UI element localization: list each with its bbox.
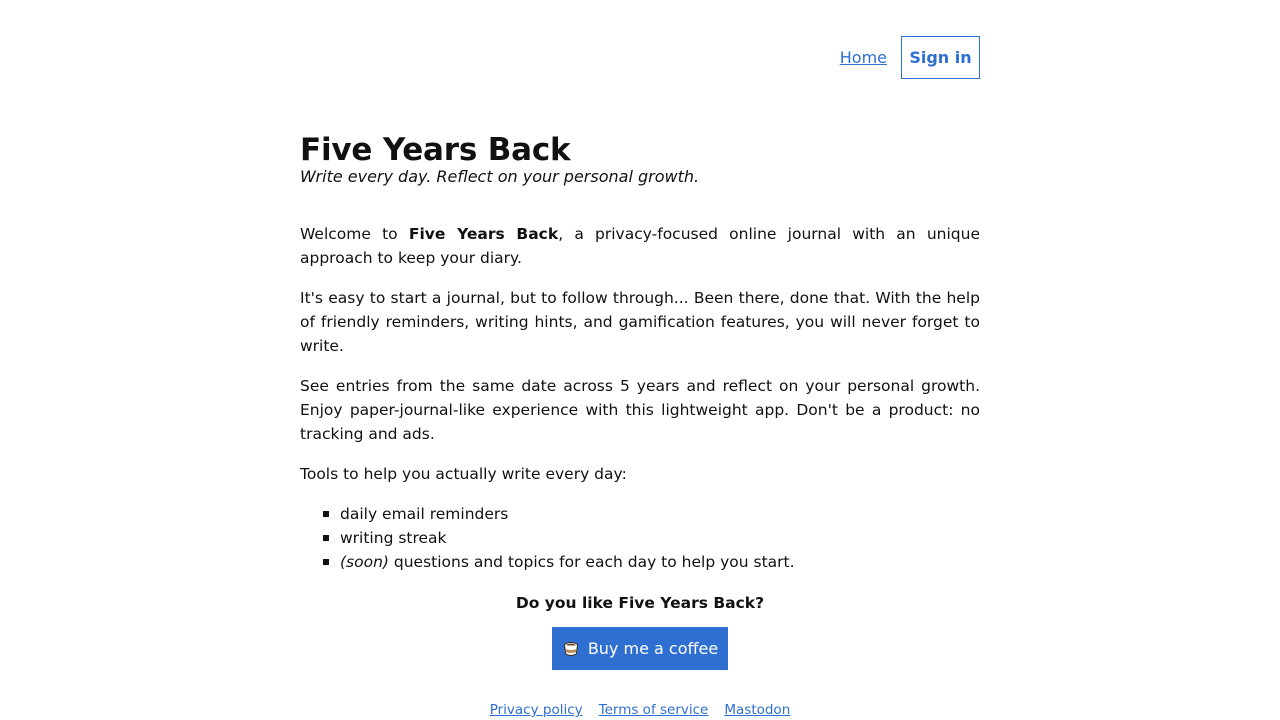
main-content: Five Years Back Write every day. Reflect…	[300, 130, 980, 574]
tools-intro: Tools to help you actually write every d…	[300, 465, 627, 483]
support-question: Do you like Five Years Back?	[515, 594, 765, 612]
sign-in-button[interactable]: Sign in	[901, 36, 980, 79]
tools-list: daily email reminders writing streak (so…	[300, 502, 980, 574]
mastodon-link[interactable]: Mastodon	[724, 702, 790, 718]
buy-me-a-coffee-button[interactable]: Buy me a coffee	[552, 627, 728, 670]
page-title: Five Years Back	[300, 132, 571, 168]
bullet-icon	[323, 511, 329, 517]
welcome-brand: Five Years Back	[408, 225, 559, 243]
privacy-policy-link[interactable]: Privacy policy	[490, 702, 583, 718]
welcome-prefix: Welcome to	[300, 225, 409, 243]
footer: Privacy policy Terms of service Mastodon	[300, 702, 980, 718]
list-item: writing streak	[323, 526, 980, 550]
five-years-paragraph: See entries from the same date across 5 …	[300, 377, 980, 443]
list-item: (soon) questions and topics for each day…	[323, 550, 980, 574]
terms-of-service-link[interactable]: Terms of service	[599, 702, 709, 718]
tool-writing-streak: writing streak	[340, 529, 447, 547]
top-navigation: Home Sign in	[300, 36, 980, 79]
coffee-button-label: Buy me a coffee	[587, 639, 719, 658]
tool-email-reminders: daily email reminders	[340, 505, 509, 523]
page: Home Sign in Five Years Back Write every…	[0, 0, 1280, 720]
follow-through-paragraph: It's easy to start a journal, but to fol…	[300, 289, 980, 355]
nav-home-link[interactable]: Home	[840, 48, 887, 67]
bullet-icon	[323, 559, 329, 565]
tool-daily-questions: questions and topics for each day to hel…	[388, 553, 795, 571]
welcome-paragraph: Welcome to Five Years Back, a privacy-fo…	[300, 222, 980, 270]
support-section: Do you like Five Years Back? Buy me a co…	[300, 592, 980, 670]
tagline: Write every day. Reflect on your persona…	[300, 167, 700, 186]
bullet-icon	[323, 535, 329, 541]
coffee-cup-icon	[562, 640, 580, 658]
list-item: daily email reminders	[323, 502, 980, 526]
soon-tag: (soon)	[340, 553, 389, 571]
